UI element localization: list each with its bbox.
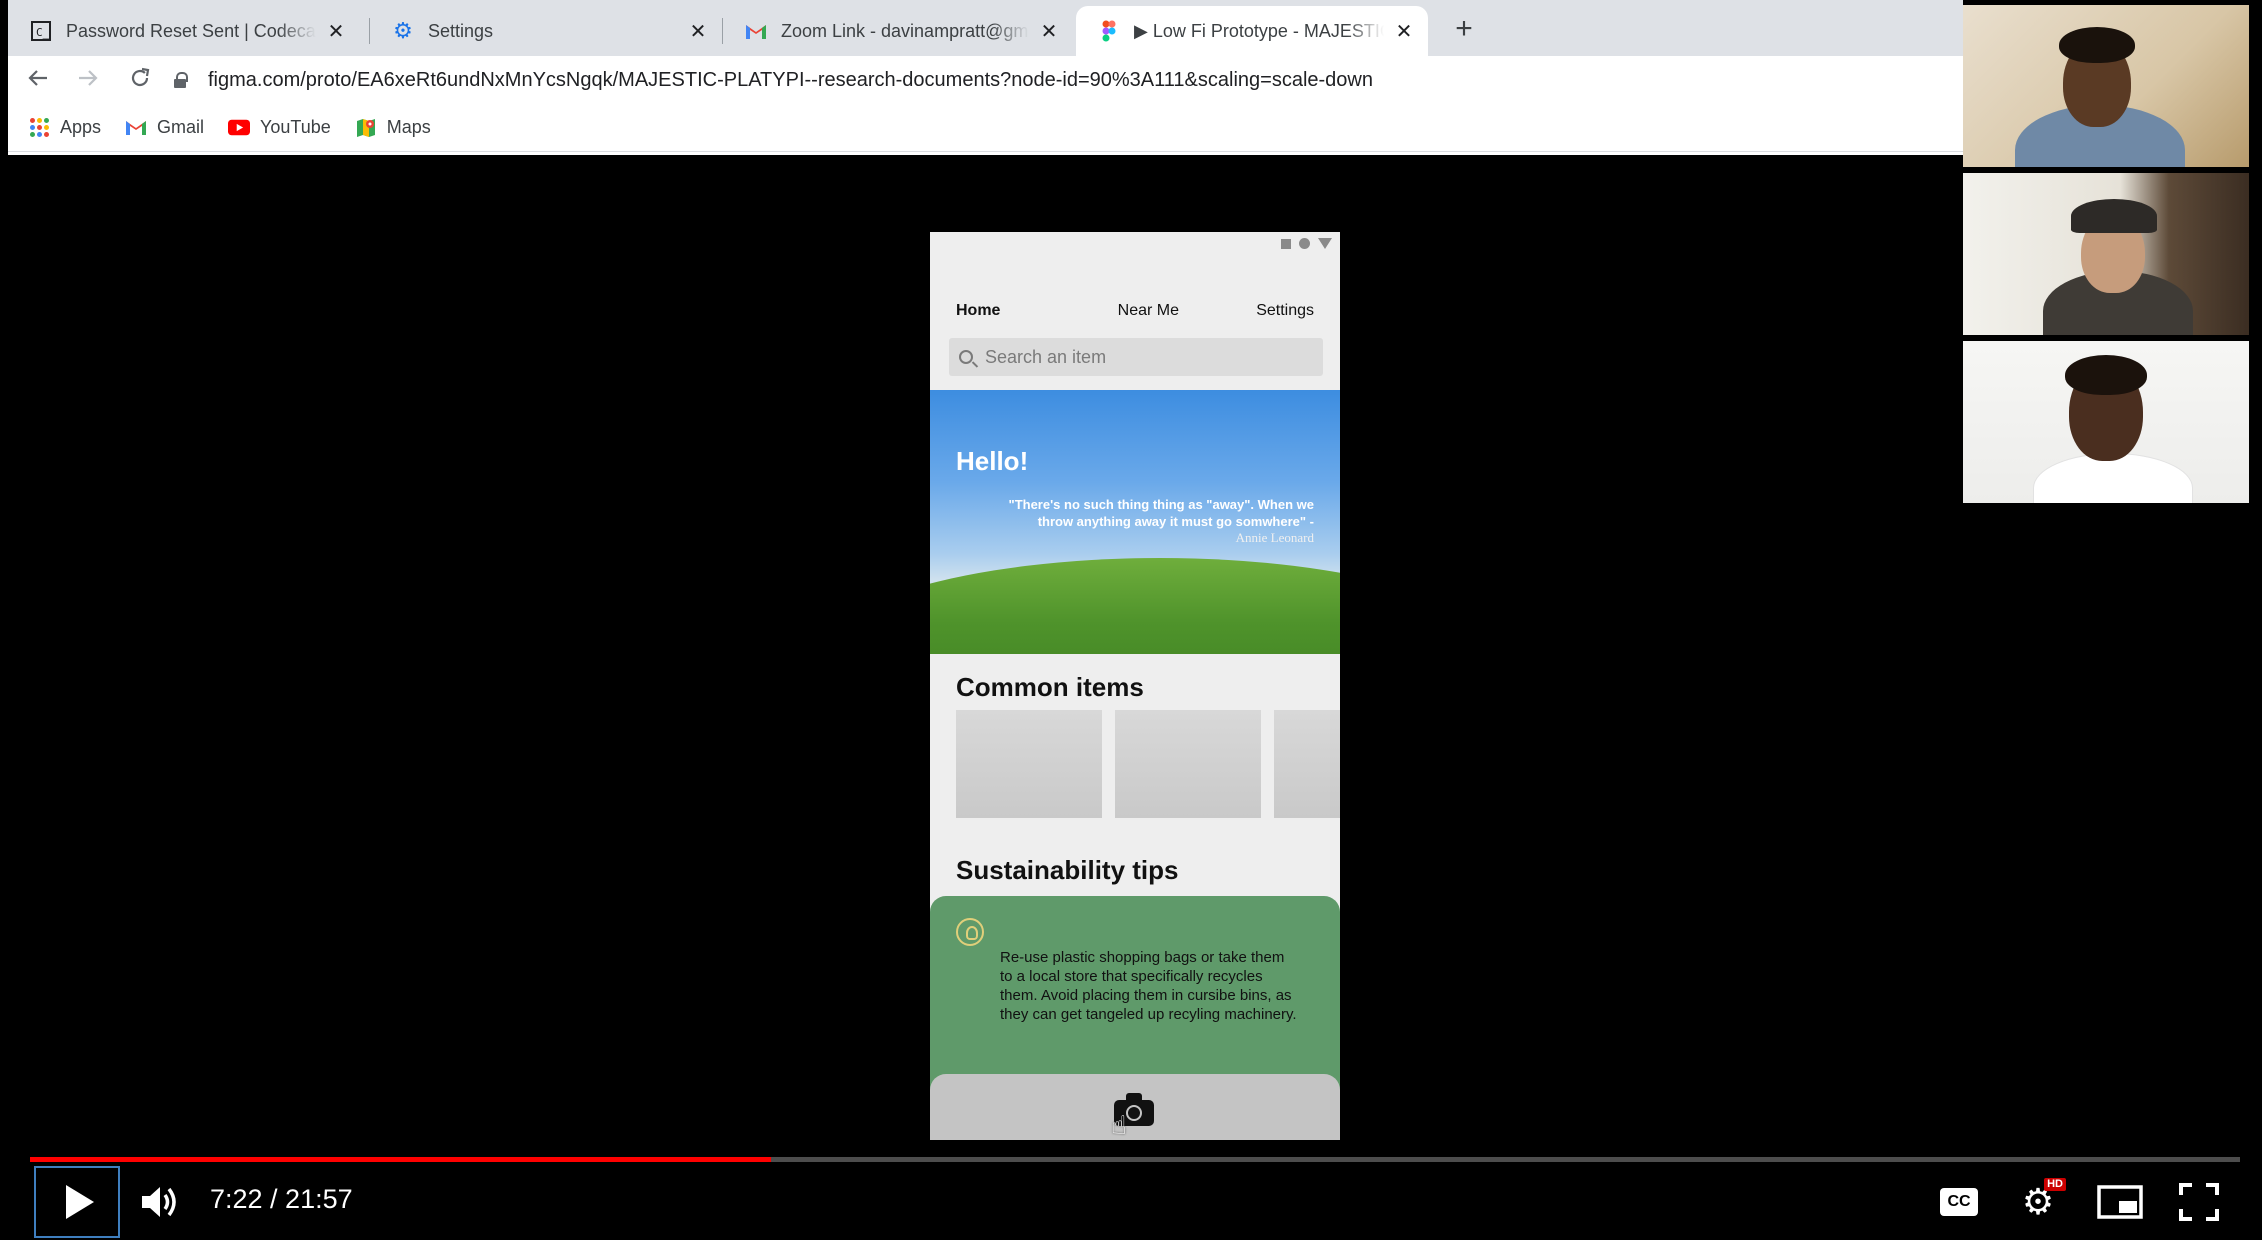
close-icon[interactable]: ✕ — [326, 19, 346, 44]
nav-settings[interactable]: Settings — [1256, 302, 1314, 320]
back-button[interactable] — [20, 62, 56, 98]
stop-icon — [1281, 238, 1291, 249]
progress-played — [30, 1157, 772, 1162]
hd-badge: HD — [2044, 1178, 2066, 1191]
close-icon[interactable]: ✕ — [1039, 19, 1059, 44]
status-bar — [1281, 238, 1332, 249]
address-bar[interactable]: figma.com/proto/EA6xeRt6undNxMnYcsNgqk/M… — [174, 60, 1964, 100]
settings-button[interactable]: ⚙ HD — [2016, 1178, 2066, 1222]
maps-icon — [355, 117, 377, 139]
sustainability-tips-title: Sustainability tips — [956, 855, 1179, 885]
nav-home[interactable]: Home — [956, 302, 1000, 320]
close-icon[interactable]: ✕ — [688, 19, 708, 44]
browser-toolbar: figma.com/proto/EA6xeRt6undNxMnYcsNgqk/M… — [8, 56, 1963, 104]
reload-icon — [131, 67, 150, 87]
bookmark-label: Apps — [60, 117, 102, 137]
progress-bar[interactable] — [30, 1157, 2240, 1162]
bookmark-label: Gmail — [157, 117, 205, 137]
miniplayer-button[interactable] — [2096, 1184, 2144, 1220]
search-placeholder: Search an item — [985, 346, 1107, 367]
browser-window: C_ Password Reset Sent | Codecade ✕ ⚙ Se… — [8, 0, 1963, 155]
participant-video-2 — [1963, 173, 2249, 335]
bottom-bar — [930, 1074, 1340, 1140]
tab-zoom-link[interactable]: Zoom Link - davinampratt@gma ✕ — [723, 6, 1073, 56]
bookmark-label: YouTube — [260, 117, 331, 137]
figma-prototype-frame[interactable]: Home Near Me Settings Search an item Hel… — [930, 232, 1340, 1140]
time-display: 7:22 / 21:57 — [210, 1184, 353, 1214]
volume-icon — [142, 1187, 176, 1217]
forward-button[interactable] — [70, 62, 106, 98]
tip-text: Re-use plastic shopping bags or take the… — [1000, 949, 1297, 1023]
common-item-card[interactable] — [1274, 710, 1340, 818]
search-input[interactable]: Search an item — [949, 338, 1323, 376]
tip-card[interactable]: Re-use plastic shopping bags or take the… — [930, 896, 1340, 1096]
hill-image — [930, 558, 1340, 654]
captions-button[interactable]: CC — [1936, 1184, 1982, 1220]
gmail-icon — [745, 20, 767, 42]
gmail-icon — [125, 117, 147, 139]
bookmark-youtube[interactable]: YouTube — [228, 117, 331, 139]
triangle-icon — [1318, 238, 1332, 249]
apps-grid-icon — [28, 117, 50, 139]
fullscreen-button[interactable] — [2176, 1182, 2222, 1222]
figma-icon — [1098, 20, 1120, 42]
closed-captions-icon: CC — [1940, 1188, 1978, 1216]
close-icon[interactable]: ✕ — [1394, 19, 1414, 44]
svg-text:C_: C_ — [36, 26, 50, 39]
lock-icon — [174, 72, 190, 88]
new-tab-button[interactable]: + — [1446, 12, 1482, 48]
nav-near-me[interactable]: Near Me — [1118, 302, 1179, 320]
codecademy-icon: C_ — [30, 20, 52, 42]
common-items-title: Common items — [956, 672, 1144, 702]
participant-video-3 — [1963, 341, 2249, 503]
tab-title: Password Reset Sent | Codecade — [66, 20, 316, 41]
hero-author: Annie Leonard — [1235, 530, 1314, 545]
tab-figma-prototype[interactable]: ▶ Low Fi Prototype - MAJESTIC P ✕ — [1076, 6, 1428, 56]
gear-icon: ⚙ — [393, 18, 413, 43]
miniplayer-icon — [2097, 1185, 2143, 1219]
common-item-card[interactable] — [956, 710, 1102, 818]
tab-strip: C_ Password Reset Sent | Codecade ✕ ⚙ Se… — [8, 0, 1963, 56]
volume-button[interactable] — [136, 1180, 184, 1224]
play-icon — [66, 1185, 94, 1219]
hero-greeting: Hello! — [956, 446, 1029, 476]
arrow-right-icon — [79, 70, 98, 86]
fullscreen-icon — [2179, 1183, 2219, 1221]
youtube-icon — [228, 117, 251, 139]
circle-icon — [1299, 238, 1310, 249]
tab-title: Settings — [428, 20, 494, 41]
arrow-left-icon — [28, 70, 47, 86]
bookmarks-bar: Apps Gmail YouTube Maps — [8, 104, 1963, 152]
tab-codecademy[interactable]: C_ Password Reset Sent | Codecade ✕ — [8, 6, 360, 56]
hero-banner: Hello! "There's no such thing thing as "… — [930, 390, 1340, 654]
bookmark-label: Maps — [386, 117, 431, 137]
search-icon — [959, 350, 973, 364]
app-nav: Home Near Me Settings — [956, 302, 1314, 320]
tab-settings[interactable]: ⚙ Settings ✕ — [370, 6, 722, 56]
reload-button[interactable] — [122, 62, 158, 98]
participant-video-1 — [1963, 5, 2249, 167]
bookmark-apps[interactable]: Apps — [28, 117, 101, 139]
hero-quote: "There's no such thing thing as "away". … — [1008, 497, 1314, 529]
lightbulb-icon — [956, 918, 984, 946]
tab-title: ▶ Low Fi Prototype - MAJESTIC P — [1134, 20, 1384, 41]
hand-cursor-icon: ☝ — [1111, 1110, 1127, 1140]
tab-title: Zoom Link - davinampratt@gma — [781, 20, 1029, 41]
common-item-card[interactable] — [1115, 710, 1261, 818]
bookmark-gmail[interactable]: Gmail — [125, 117, 204, 139]
play-button[interactable] — [34, 1166, 120, 1238]
bookmark-maps[interactable]: Maps — [355, 117, 431, 139]
url-text[interactable]: figma.com/proto/EA6xeRt6undNxMnYcsNgqk/M… — [208, 69, 1373, 92]
